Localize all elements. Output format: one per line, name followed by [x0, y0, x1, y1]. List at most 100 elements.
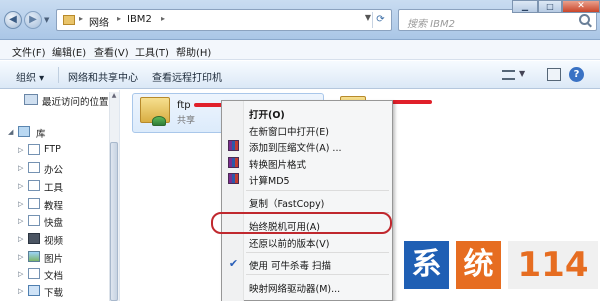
- ctx-restore-previous-versions[interactable]: 还原以前的版本(V): [249, 236, 329, 250]
- refresh-icon[interactable]: ⟳: [372, 12, 388, 28]
- maximize-icon: □: [546, 2, 554, 11]
- nav-label: 快盘: [44, 218, 64, 229]
- close-icon: ✕: [577, 1, 585, 11]
- search-input[interactable]: 搜索 IBM2: [407, 15, 455, 30]
- nav-label: 图片: [44, 254, 64, 265]
- watermark-number: 114: [508, 241, 598, 289]
- scroll-up-arrow-icon[interactable]: ▲: [109, 92, 119, 102]
- menu-file[interactable]: 文件(F): [12, 44, 46, 59]
- nav-label: 教程: [44, 201, 64, 212]
- breadcrumb-ibm2[interactable]: IBM2: [127, 14, 152, 25]
- md5-icon: [228, 173, 239, 184]
- nav-item-downloads[interactable]: ▷ 下载: [0, 284, 108, 299]
- ctx-open-new-window[interactable]: 在新窗口中打开(E): [249, 124, 329, 138]
- nav-label: 视频: [44, 236, 64, 247]
- navigation-pane: 最近访问的位置 ◢ 库 ▷ FTP ▷ 办公 ▷ 工具 ▷ 教程 ▷ 快盘 ▷ …: [0, 90, 120, 301]
- view-dropdown-icon[interactable]: ▼: [519, 69, 525, 78]
- back-button[interactable]: ◀: [4, 11, 22, 29]
- address-dropdown-icon[interactable]: ▼: [365, 13, 371, 22]
- nav-label: 办公: [44, 165, 64, 176]
- chevron-right-icon[interactable]: ▸: [161, 14, 165, 23]
- ctx-compute-md5[interactable]: 计算MD5: [249, 173, 290, 187]
- nav-label: FTP: [44, 144, 61, 155]
- chevron-right-icon[interactable]: ▸: [117, 14, 121, 23]
- ctx-scan-antivirus[interactable]: 使用 可牛杀毒 扫描: [249, 258, 331, 272]
- nav-item-ftp[interactable]: ▷ FTP: [0, 143, 108, 157]
- command-bar: 组织 ▾ 网络和共享中心 查看远程打印机 ▼ ?: [0, 61, 600, 89]
- menu-separator: [246, 252, 389, 253]
- nav-item-kuaipan[interactable]: ▷ 快盘: [0, 214, 108, 229]
- nav-item-library[interactable]: ◢ 库: [0, 125, 108, 140]
- menu-edit[interactable]: 编辑(E): [52, 44, 86, 59]
- picture-library-icon: [28, 251, 40, 262]
- library-folder-icon: [28, 180, 40, 191]
- nav-item-office[interactable]: ▷ 办公: [0, 161, 108, 176]
- recent-places-icon: [24, 94, 38, 105]
- menu-separator: [246, 190, 389, 191]
- chevron-right-icon[interactable]: ▸: [79, 14, 83, 23]
- toolbar-divider: [58, 67, 59, 83]
- expand-arrow-icon[interactable]: ▷: [18, 217, 23, 225]
- close-button[interactable]: ✕: [562, 0, 600, 13]
- network-sharing-center-button[interactable]: 网络和共享中心: [68, 69, 138, 84]
- site-watermark-logo: 系 统 114: [404, 241, 600, 301]
- share-users-icon: [152, 116, 166, 126]
- nav-item-tutorial[interactable]: ▷ 教程: [0, 197, 108, 212]
- menu-tools[interactable]: 工具(T): [135, 44, 169, 59]
- ctx-map-network-drive[interactable]: 映射网络驱动器(M)...: [249, 281, 340, 295]
- expand-arrow-icon[interactable]: ▷: [18, 164, 23, 172]
- nav-label: 文档: [44, 271, 64, 282]
- expand-arrow-icon[interactable]: ▷: [18, 253, 23, 261]
- nav-item-tools[interactable]: ▷ 工具: [0, 179, 108, 194]
- menu-bar: 文件(F) 编辑(E) 查看(V) 工具(T) 帮助(H): [0, 40, 600, 60]
- expand-arrow-icon[interactable]: ▷: [18, 146, 23, 154]
- breadcrumb-network[interactable]: 网络: [89, 14, 109, 29]
- help-icon[interactable]: ?: [569, 67, 584, 82]
- library-icon: [18, 126, 30, 137]
- ctx-fastcopy[interactable]: 复制（FastCopy): [249, 196, 324, 210]
- preview-pane-icon[interactable]: [547, 68, 561, 81]
- expand-arrow-icon[interactable]: ▷: [18, 182, 23, 190]
- ctx-convert-image[interactable]: 转换图片格式: [249, 157, 306, 171]
- recent-pages-dropdown-icon[interactable]: ▼: [44, 16, 52, 24]
- menu-help[interactable]: 帮助(H): [176, 44, 211, 59]
- folder-type: 共享: [177, 116, 196, 126]
- winrar-icon: [228, 140, 239, 151]
- library-folder-icon: [28, 215, 40, 226]
- maximize-button[interactable]: □: [538, 0, 562, 13]
- nav-item-videos[interactable]: ▷ 视频: [0, 232, 108, 247]
- minimize-icon: ▁: [521, 2, 529, 11]
- downloads-folder-icon: [28, 285, 40, 296]
- expand-arrow-icon[interactable]: ▷: [18, 200, 23, 208]
- nav-item-pictures[interactable]: ▷ 图片: [0, 250, 108, 265]
- image-convert-icon: [228, 157, 239, 168]
- watermark-char: 系: [404, 241, 449, 289]
- title-bar: ◀ ▶ ▼ ▸ 网络 ▸ IBM2 ▸ ▼ ⟳ 搜索 IBM2 ▁ □ ✕: [0, 0, 600, 40]
- view-remote-printers-button[interactable]: 查看远程打印机: [152, 69, 222, 84]
- nav-item-recent[interactable]: 最近访问的位置: [0, 93, 109, 108]
- library-folder-icon: [28, 162, 40, 173]
- expand-arrow-icon[interactable]: ▷: [18, 270, 23, 278]
- ctx-add-to-archive[interactable]: 添加到压缩文件(A) ...: [249, 140, 342, 154]
- ctx-open[interactable]: 打开(O): [249, 107, 285, 121]
- organize-button[interactable]: 组织 ▾: [16, 69, 44, 84]
- document-library-icon: [28, 268, 40, 279]
- collapse-arrow-icon[interactable]: ◢: [8, 128, 13, 136]
- address-bar[interactable]: ▸ 网络 ▸ IBM2 ▸ ▼ ⟳: [56, 9, 392, 31]
- menu-separator: [246, 274, 389, 275]
- menu-view[interactable]: 查看(V): [94, 44, 129, 59]
- expand-arrow-icon[interactable]: ▷: [18, 235, 23, 243]
- forward-button[interactable]: ▶: [24, 11, 42, 29]
- minimize-button[interactable]: ▁: [512, 0, 538, 13]
- expand-arrow-icon[interactable]: ▷: [18, 287, 23, 295]
- nav-label: 工具: [44, 183, 64, 194]
- change-view-icon[interactable]: [502, 70, 515, 80]
- annotation-highlight-ring: [211, 212, 392, 234]
- nav-label: 下载: [44, 288, 64, 299]
- library-folder-icon: [28, 198, 40, 209]
- nav-scrollbar-thumb[interactable]: [110, 142, 118, 301]
- video-library-icon: [28, 233, 40, 244]
- nav-item-documents[interactable]: ▷ 文档: [0, 267, 108, 282]
- watermark-char: 统: [456, 241, 501, 289]
- search-icon[interactable]: [579, 14, 590, 25]
